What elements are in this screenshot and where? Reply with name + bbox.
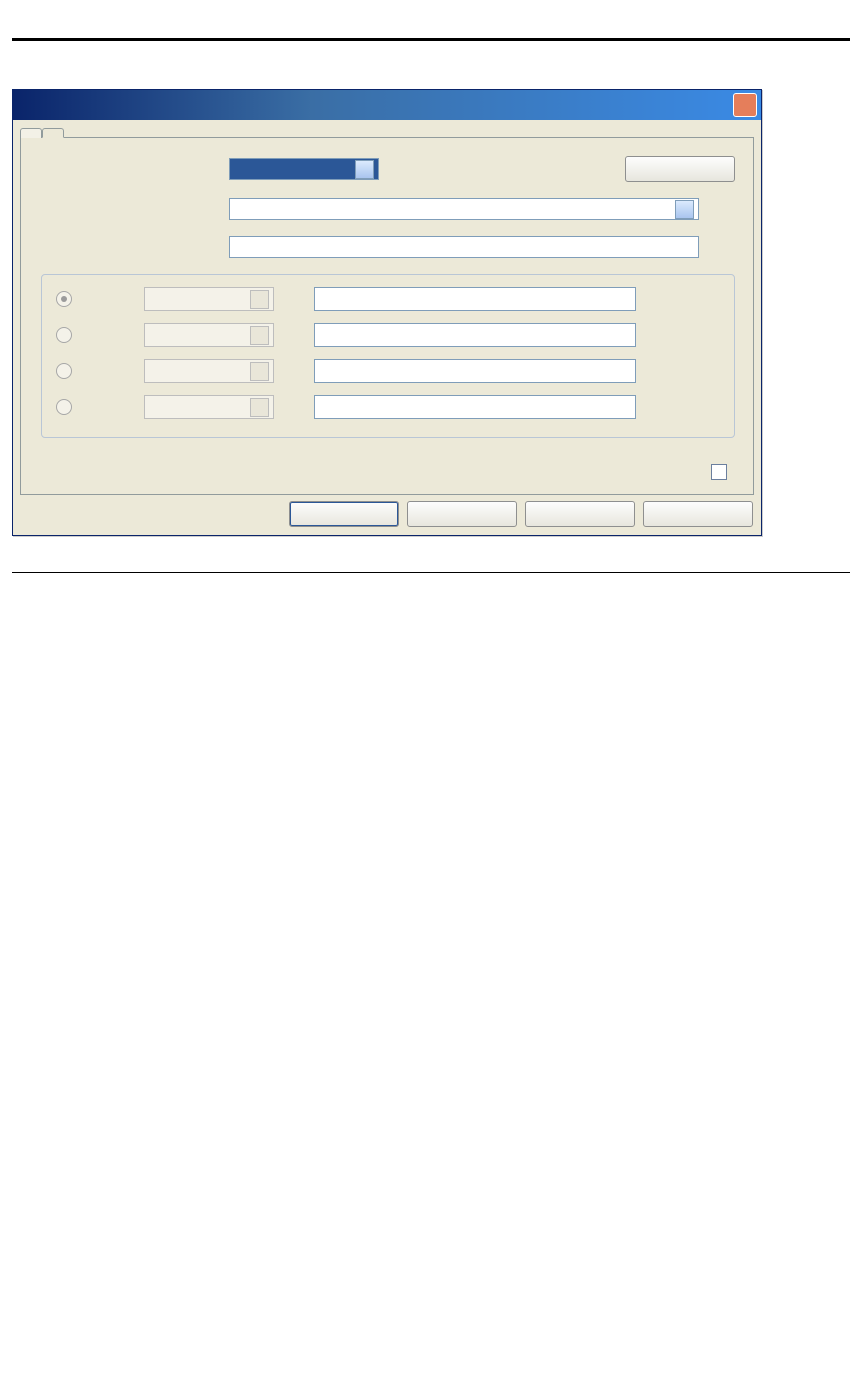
chevron-down-icon xyxy=(355,160,374,179)
tabstrip xyxy=(13,120,761,137)
wep-key4-radio[interactable] xyxy=(56,399,72,415)
tab-configuration[interactable] xyxy=(20,128,42,138)
definitions-table-top xyxy=(12,8,850,34)
section-divider xyxy=(12,572,850,573)
wep-key2-radio[interactable] xyxy=(56,327,72,343)
wep-row xyxy=(56,359,720,383)
tab-authentication-security[interactable] xyxy=(42,128,64,138)
dialog-titlebar[interactable] xyxy=(13,90,761,120)
wep-key3-radio[interactable] xyxy=(56,363,72,379)
add-profile-dialog xyxy=(12,89,762,536)
chevron-down-icon xyxy=(675,200,694,219)
wep-key4-input[interactable] xyxy=(314,395,636,419)
close-icon[interactable] xyxy=(733,93,757,117)
wep-key3-input[interactable] xyxy=(314,359,636,383)
psk-input[interactable] xyxy=(229,236,699,258)
wep-key2-input[interactable] xyxy=(314,323,636,347)
8021x-setting-button[interactable] xyxy=(625,156,735,182)
wep-key1-input[interactable] xyxy=(314,287,636,311)
wep-key-group xyxy=(41,274,735,438)
chevron-down-icon xyxy=(250,398,269,417)
wep-row xyxy=(56,323,720,347)
auth-type-select[interactable] xyxy=(229,158,379,180)
tab-page xyxy=(20,137,754,495)
wep-key1-radio[interactable] xyxy=(56,291,72,307)
encryption-select[interactable] xyxy=(229,198,699,220)
chevron-down-icon xyxy=(250,290,269,309)
section-divider xyxy=(12,38,850,41)
wep-key2-format-select[interactable] xyxy=(144,323,274,347)
wep-key1-format-select[interactable] xyxy=(144,287,274,311)
chevron-down-icon xyxy=(250,326,269,345)
chevron-down-icon xyxy=(250,362,269,381)
wep-row xyxy=(56,287,720,311)
help-button[interactable] xyxy=(643,501,753,527)
wep-key3-format-select[interactable] xyxy=(144,359,274,383)
cancel-button[interactable] xyxy=(407,501,517,527)
show-password-checkbox[interactable] xyxy=(711,464,727,480)
ok-button[interactable] xyxy=(289,501,399,527)
wep-key4-format-select[interactable] xyxy=(144,395,274,419)
apply-button[interactable] xyxy=(525,501,635,527)
wep-row xyxy=(56,395,720,419)
dialog-button-bar xyxy=(13,495,761,535)
